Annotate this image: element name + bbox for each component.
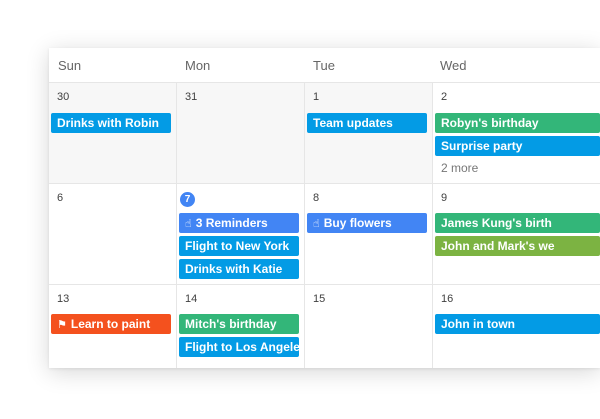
event-chip[interactable]: Flight to New York (179, 236, 299, 256)
day-cell[interactable]: 2 Robyn's birthday Surprise party 2 more (433, 83, 600, 183)
event-label: Buy flowers (323, 216, 392, 230)
day-number: 16 (441, 293, 454, 305)
weekday-wed: Wed (440, 58, 467, 73)
event-chip[interactable]: Team updates (307, 113, 427, 133)
event-chip[interactable]: ☝ 3 Reminders (179, 213, 299, 233)
event-label: Team updates (313, 116, 393, 130)
event-chip[interactable]: Flight to Los Angele (179, 337, 299, 357)
event-label: John in town (441, 317, 515, 331)
day-cell[interactable]: 8 ☝ Buy flowers (305, 184, 433, 284)
day-number: 2 (441, 91, 448, 103)
weekday-sun: Sun (58, 58, 82, 73)
event-chip[interactable]: ☝ Buy flowers (307, 213, 427, 233)
day-cell[interactable]: 7 ☝ 3 Reminders Flight to New York Drinks… (177, 184, 305, 284)
reminder-hand-icon: ☝ (313, 218, 320, 230)
event-label: 3 Reminders (195, 216, 268, 230)
more-events-link[interactable]: 2 more (441, 161, 478, 175)
flag-icon: ⚑ (57, 319, 67, 331)
event-label: Drinks with Katie (185, 262, 283, 276)
day-number: 6 (57, 192, 64, 204)
event-label: Mitch's birthday (185, 317, 277, 331)
day-number: 8 (313, 192, 320, 204)
event-chip[interactable]: John in town (435, 314, 600, 334)
event-label: Drinks with Robin (57, 116, 159, 130)
event-label: Robyn's birthday (441, 116, 539, 130)
day-number: 13 (57, 293, 70, 305)
day-number: 15 (313, 293, 326, 305)
event-label: Flight to New York (185, 239, 290, 253)
day-cell[interactable]: 16 John in town (433, 285, 600, 368)
reminder-hand-icon: ☝ (185, 218, 192, 230)
event-chip[interactable]: Robyn's birthday (435, 113, 600, 133)
day-cell[interactable]: 14 Mitch's birthday Flight to Los Angele (177, 285, 305, 368)
day-number: 14 (185, 293, 198, 305)
event-chip[interactable]: ⚑ Learn to paint (51, 314, 171, 334)
event-label: James Kung's birth (441, 216, 552, 230)
event-chip[interactable]: John and Mark's we (435, 236, 600, 256)
week-row: 6 7 ☝ 3 Reminders Flight to New York Drin… (49, 184, 600, 285)
event-chip[interactable]: Drinks with Katie (179, 259, 299, 279)
day-cell[interactable]: 6 (49, 184, 177, 284)
event-label: Learn to paint (70, 317, 151, 331)
weekday-tue: Tue (313, 58, 335, 73)
day-number: 1 (313, 91, 320, 103)
day-number: 31 (185, 91, 198, 103)
day-cell[interactable]: 15 (305, 285, 433, 368)
event-chip[interactable]: Surprise party (435, 136, 600, 156)
day-cell[interactable]: 9 James Kung's birth John and Mark's we (433, 184, 600, 284)
day-cell[interactable]: 30 Drinks with Robin (49, 83, 177, 183)
event-label: John and Mark's we (441, 239, 555, 253)
event-label: Flight to Los Angele (185, 340, 299, 354)
week-row: 30 Drinks with Robin 31 1 Team updates 2… (49, 83, 600, 184)
event-chip[interactable]: Mitch's birthday (179, 314, 299, 334)
calendar-month-view: Sun Mon Tue Wed 30 Drinks with Robin 31 … (49, 48, 600, 368)
today-date-badge: 7 (180, 192, 195, 207)
event-chip[interactable]: Drinks with Robin (51, 113, 171, 133)
event-label: Surprise party (441, 139, 523, 153)
day-number: 9 (441, 192, 448, 204)
day-number: 30 (57, 91, 70, 103)
day-cell[interactable]: 13 ⚑ Learn to paint (49, 285, 177, 368)
week-row: 13 ⚑ Learn to paint 14 Mitch's birthday F… (49, 285, 600, 368)
weekday-header: Sun Mon Tue Wed (49, 48, 600, 83)
event-chip[interactable]: James Kung's birth (435, 213, 600, 233)
day-cell[interactable]: 1 Team updates (305, 83, 433, 183)
weekday-mon: Mon (185, 58, 211, 73)
day-cell[interactable]: 31 (177, 83, 305, 183)
